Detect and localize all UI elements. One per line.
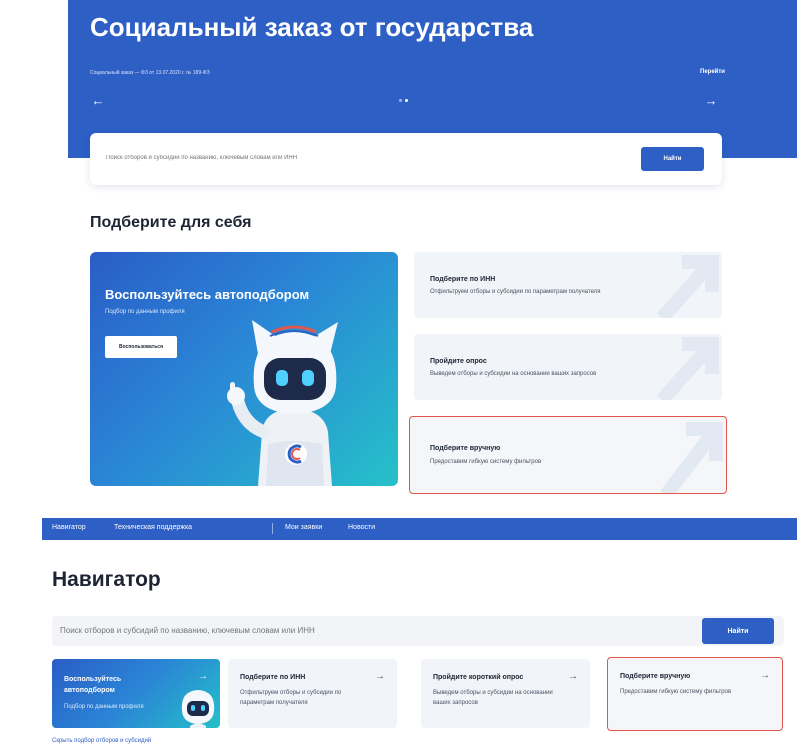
card-inn[interactable]: Подберите по ИНН Отфильтруем отборы и су… [228, 659, 397, 728]
search-button[interactable]: Найти [641, 147, 704, 171]
carousel-dots [399, 99, 413, 103]
option-title: Подберите по ИНН [430, 276, 496, 283]
nav-item-navigator[interactable]: Навигатор [52, 524, 86, 531]
search-card: Найти [90, 133, 722, 185]
card-desc: Подбор по данным профиля [64, 704, 144, 710]
hero-subtitle: Социальный заказ — ФЗ от 13.07.2020 г. №… [90, 70, 210, 76]
arrow-decor-icon [656, 337, 719, 400]
option-card-poll[interactable]: Пройдите опрос Выведем отборы и субсидии… [414, 334, 722, 400]
section-title: Подберите для себя [90, 214, 252, 231]
card-autoselect[interactable]: Воспользуйтесь автоподбором Подбор по да… [52, 659, 220, 728]
page-title: Навигатор [52, 568, 161, 591]
autoselect-promo: Воспользуйтесь автоподбором Подбор по да… [90, 252, 398, 486]
navigator-search: Найти [52, 616, 784, 646]
search-input[interactable] [102, 147, 637, 169]
option-card-inn[interactable]: Подберите по ИНН Отфильтруем отборы и су… [414, 252, 722, 318]
carousel-dot-active[interactable] [405, 99, 408, 102]
promo-subtitle: Подбор по данным профиля [105, 309, 185, 315]
hero-title: Социальный заказ от государства [90, 12, 534, 42]
promo-title: Воспользуйтесь автоподбором [105, 287, 310, 302]
card-desc: Предоставим гибкую систему фильтров [620, 689, 732, 695]
arrow-right-icon: → [760, 670, 770, 681]
option-desc: Отфильтруем отборы и субсидии по парамет… [430, 289, 601, 295]
option-desc: Выведем отборы и субсидии на основании в… [430, 371, 597, 377]
robot-mascot-icon [227, 320, 338, 486]
arrow-right-icon: → [568, 671, 578, 682]
search-input[interactable] [60, 620, 680, 642]
option-card-manual[interactable]: Подберите вручную Предоставим гибкую сис… [409, 416, 727, 494]
arrow-decor-icon [660, 422, 723, 493]
top-navbar: Навигатор Техническая поддержка Мои заяв… [42, 518, 797, 540]
nav-item-support[interactable]: Техническая поддержка [114, 524, 192, 531]
use-autoselect-button[interactable]: Воспользоваться [105, 336, 177, 358]
arrow-left-icon[interactable]: ← [90, 93, 106, 109]
robot-mascot-icon [181, 690, 215, 728]
arrow-right-icon: → [198, 671, 208, 682]
nav-item-news[interactable]: Новости [348, 524, 375, 531]
nav-item-applications[interactable]: Мои заявки [285, 524, 322, 531]
card-title: Воспользуйтесь автоподбором [64, 676, 122, 694]
card-desc: Выведем отборы и субсидии на основании в… [433, 690, 553, 706]
hide-selection-link[interactable]: Скрыть подбор отборов и субсидий [52, 738, 151, 744]
option-title: Подберите вручную [430, 445, 501, 452]
card-manual[interactable]: Подберите вручную Предоставим гибкую сис… [607, 657, 783, 731]
hero-go-link[interactable]: Перейти [700, 69, 725, 75]
search-button[interactable]: Найти [702, 618, 774, 644]
card-short-poll[interactable]: Пройдите короткий опрос Выведем отборы и… [421, 659, 590, 728]
card-title: Подберите по ИНН [240, 674, 306, 681]
arrow-right-icon[interactable]: → [703, 93, 719, 109]
arrow-right-icon: → [375, 671, 385, 682]
carousel-dot[interactable] [399, 99, 402, 102]
option-desc: Предоставим гибкую систему фильтров [430, 459, 542, 465]
card-title: Подберите вручную [620, 673, 691, 680]
nav-divider [272, 523, 273, 534]
card-desc: Отфильтруем отборы и субсидии по парамет… [240, 690, 342, 706]
option-title: Пройдите опрос [430, 358, 487, 365]
arrow-decor-icon [656, 255, 719, 318]
card-title: Пройдите короткий опрос [433, 674, 524, 681]
